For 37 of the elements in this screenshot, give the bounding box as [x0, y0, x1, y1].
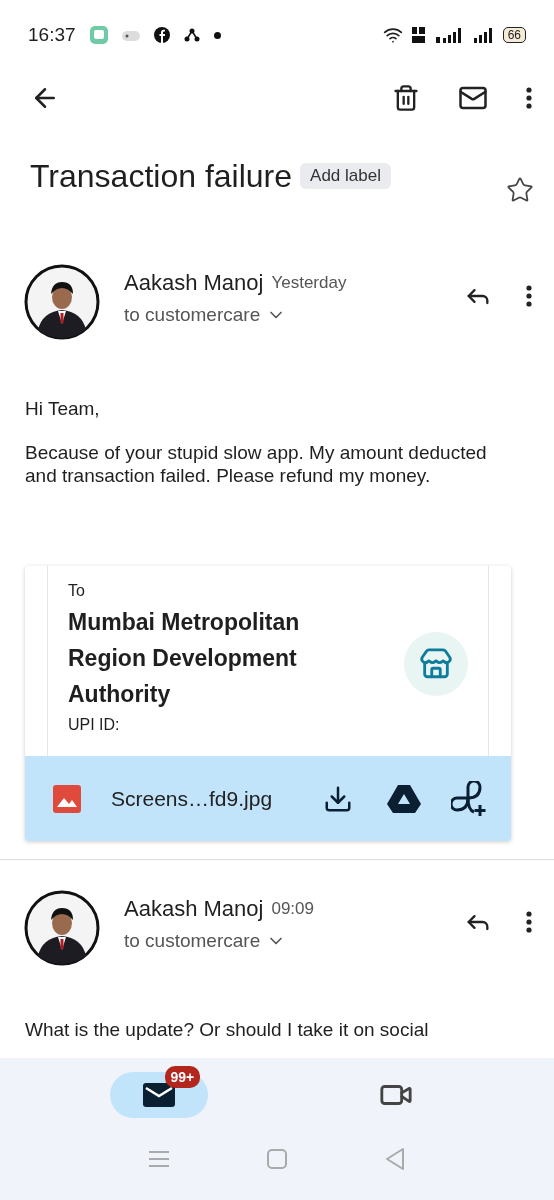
- add-to-photos-icon[interactable]: [451, 780, 487, 817]
- mail-tab[interactable]: [109, 1072, 208, 1118]
- star-button[interactable]: [506, 176, 534, 204]
- recipient-toggle[interactable]: to customercare: [124, 930, 436, 952]
- star-icon: [506, 176, 534, 204]
- unread-badge: 99+: [164, 1066, 201, 1088]
- attachment-card[interactable]: To Mumbai Metropolitan Region Development Authority UPI ID: Screens…fd9.jpg: [25, 566, 511, 841]
- dot-icon: [213, 31, 221, 39]
- signal-icon: [472, 27, 495, 43]
- image-file-icon: [53, 784, 81, 813]
- app-notification-icon: [89, 26, 108, 44]
- preview-text: UPI ID:: [68, 716, 121, 734]
- more-icon: [526, 911, 532, 933]
- more-icon: [526, 285, 532, 307]
- message-time: Yesterday: [271, 273, 347, 293]
- message-text: Hi Team,: [25, 397, 101, 420]
- attachment-filename: Screens…fd9.jpg: [111, 786, 274, 811]
- sender-name: Aakash Manoj: [124, 896, 264, 922]
- share-nodes-icon: [183, 28, 200, 42]
- message-text: Because of your stupid slow app. My amount deducted and transaction failed. Please refund my money.: [25, 441, 488, 487]
- sender-name: Aakash Manoj: [124, 270, 264, 296]
- email-subject: Transaction failure: [30, 157, 293, 195]
- store-icon: [419, 647, 453, 681]
- add-label-button[interactable]: Add label: [300, 163, 391, 189]
- battery-level: 66: [502, 27, 526, 43]
- more-icon: [526, 87, 532, 109]
- payee-name: Mumbai Metropolitan Region Development Authority: [68, 608, 301, 709]
- message-time: 09:09: [271, 899, 314, 919]
- preview-text: To: [68, 582, 86, 600]
- wifi-icon: [382, 25, 403, 45]
- drive-icon[interactable]: [387, 783, 421, 814]
- status-time: 16:37: [28, 24, 76, 46]
- message-text: What is the update? Or should I take it on social: [25, 1018, 430, 1041]
- recipient-toggle[interactable]: to customercare: [124, 304, 436, 326]
- mail-icon: [142, 1083, 175, 1107]
- facebook-icon: [153, 27, 170, 43]
- trash-icon: [392, 84, 420, 112]
